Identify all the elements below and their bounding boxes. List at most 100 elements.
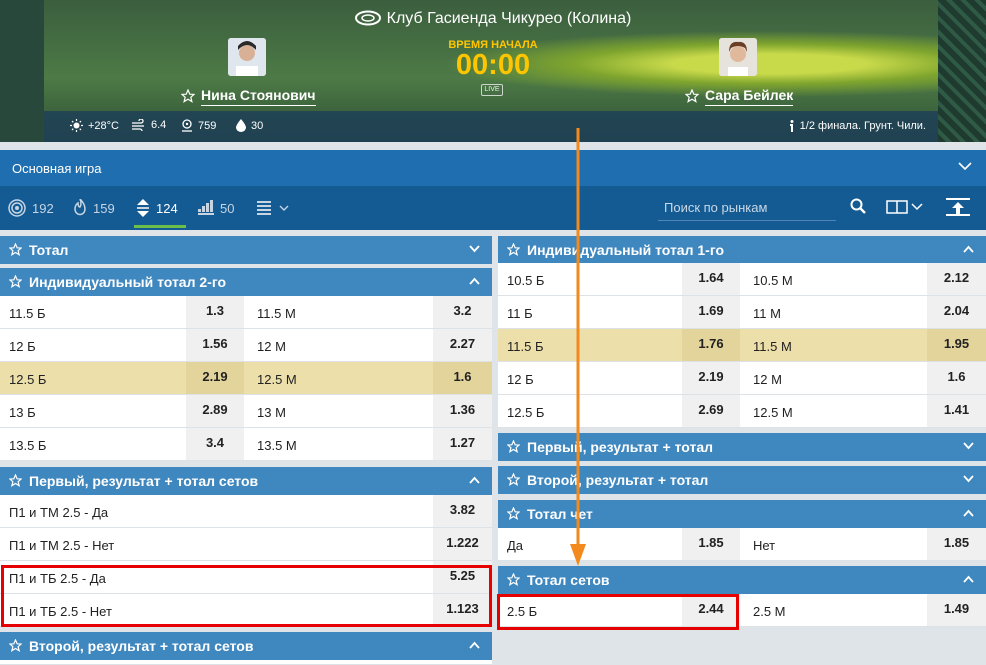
- market-header-total-sets[interactable]: Тотал сетов: [498, 566, 986, 594]
- odd-button[interactable]: 1.49: [927, 594, 986, 626]
- player-2-name[interactable]: Сара Бейлек: [705, 87, 794, 106]
- market-header-even-total[interactable]: Тотал чет: [498, 500, 986, 528]
- market-header-total[interactable]: Тотал: [0, 236, 492, 264]
- odd-button[interactable]: 3.4: [186, 428, 244, 460]
- odd-button[interactable]: 3.82: [433, 495, 492, 527]
- live-badge[interactable]: LIVE: [481, 84, 503, 96]
- odd-button[interactable]: 3.2: [433, 296, 492, 328]
- collapse-all-icon[interactable]: [946, 198, 970, 216]
- star-icon[interactable]: [507, 243, 520, 256]
- chevron-down-icon[interactable]: [469, 245, 480, 253]
- outcome-cell[interactable]: 11.5 Б: [498, 329, 682, 361]
- chevron-up-icon[interactable]: [963, 245, 974, 253]
- market-header-second-total[interactable]: Второй, результат + тотал: [498, 466, 986, 494]
- market-header-second-sets[interactable]: Второй, результат + тотал сетов: [0, 632, 492, 660]
- outcome-cell[interactable]: 12 М: [248, 329, 432, 361]
- odd-button[interactable]: 1.85: [682, 528, 740, 560]
- market-header-first-total[interactable]: Первый, результат + тотал: [498, 433, 986, 461]
- chevron-up-icon[interactable]: [963, 509, 974, 517]
- market-header-ind-total-2[interactable]: Индивидуальный тотал 2-го: [0, 268, 492, 296]
- outcome-cell[interactable]: 12 Б: [498, 362, 682, 394]
- chevron-up-icon[interactable]: [469, 641, 480, 649]
- star-icon[interactable]: [507, 507, 520, 520]
- odd-button[interactable]: 1.6: [927, 362, 986, 394]
- outcome-cell[interactable]: 13.5 Б: [0, 428, 186, 460]
- outcome-cell[interactable]: 13 Б: [0, 395, 186, 427]
- star-icon[interactable]: [9, 243, 22, 256]
- odd-button[interactable]: 1.56: [186, 329, 244, 361]
- outcome-cell[interactable]: 13.5 М: [248, 428, 432, 460]
- outcome-cell[interactable]: П1 и ТМ 2.5 - Да: [0, 495, 433, 527]
- market-search-input[interactable]: Поиск по рынкам: [658, 195, 836, 221]
- odd-button[interactable]: 2.04: [927, 296, 986, 328]
- market-header-first-sets[interactable]: Первый, результат + тотал сетов: [0, 467, 492, 495]
- outcome-cell[interactable]: 10.5 М: [744, 263, 926, 295]
- outcome-cell[interactable]: 12.5 Б: [498, 395, 682, 427]
- odd-button[interactable]: 1.76: [682, 329, 740, 361]
- outcome-cell[interactable]: 13 М: [248, 395, 432, 427]
- outcome-cell[interactable]: 12.5 М: [248, 362, 432, 394]
- annotation-highlight-box: [1, 565, 492, 627]
- outcome-cell[interactable]: 12 Б: [0, 329, 186, 361]
- chevron-up-icon[interactable]: [963, 575, 974, 583]
- star-icon[interactable]: [507, 573, 520, 586]
- star-icon[interactable]: [9, 275, 22, 288]
- odd-button[interactable]: 2.27: [433, 329, 492, 361]
- odd-value: 1.69: [698, 303, 724, 318]
- outcome-cell[interactable]: Нет: [744, 528, 926, 560]
- odd-button[interactable]: 1.41: [927, 395, 986, 427]
- odd-button[interactable]: 1.36: [433, 395, 492, 427]
- chevron-up-icon[interactable]: [469, 277, 480, 285]
- chevron-down-icon[interactable]: [963, 442, 974, 450]
- odd-button[interactable]: 1.85: [927, 528, 986, 560]
- market-row: 13.5 Б 3.4 13.5 М 1.27: [0, 428, 492, 461]
- search-icon[interactable]: [850, 198, 866, 214]
- odd-button[interactable]: 1.3: [186, 296, 244, 328]
- columns-layout-icon[interactable]: [886, 200, 924, 214]
- outcome-cell[interactable]: 11 Б: [498, 296, 682, 328]
- odd-button[interactable]: 2.12: [927, 263, 986, 295]
- star-icon[interactable]: [507, 473, 520, 486]
- odd-button[interactable]: 1.6: [433, 362, 492, 394]
- chevron-up-icon[interactable]: [469, 476, 480, 484]
- odd-button[interactable]: 2.19: [682, 362, 740, 394]
- main-game-dropdown[interactable]: Основная игра: [0, 150, 986, 186]
- filter-tab-totals[interactable]: 124: [134, 186, 186, 230]
- player-1-name[interactable]: Нина Стоянович: [201, 87, 316, 106]
- outcome-cell[interactable]: 12 М: [744, 362, 926, 394]
- star-icon[interactable]: [9, 639, 22, 652]
- temperature-stat: +28°C: [70, 119, 119, 132]
- filter-tab-popular[interactable]: 159: [73, 186, 115, 230]
- outcome-cell[interactable]: 11 М: [744, 296, 926, 328]
- outcome-cell[interactable]: 10.5 Б: [498, 263, 682, 295]
- chevron-down-icon[interactable]: [963, 475, 974, 483]
- odd-button[interactable]: 1.27: [433, 428, 492, 460]
- favorite-star-icon[interactable]: [685, 89, 699, 103]
- odd-button[interactable]: 1.222: [433, 528, 492, 560]
- favorite-star-icon[interactable]: [181, 89, 195, 103]
- odd-button[interactable]: 2.69: [682, 395, 740, 427]
- filter-tab-all[interactable]: 192: [8, 186, 54, 230]
- odd-button[interactable]: 1.95: [927, 329, 986, 361]
- outcome-cell[interactable]: 11.5 М: [248, 296, 432, 328]
- odd-value: 1.95: [943, 336, 970, 351]
- odd-button[interactable]: 1.64: [682, 263, 740, 295]
- outcome-cell[interactable]: 12.5 М: [744, 395, 926, 427]
- outcome-cell[interactable]: 11.5 М: [744, 329, 926, 361]
- chevron-down-icon[interactable]: [958, 162, 972, 171]
- outcome-cell[interactable]: 12.5 Б: [0, 362, 186, 394]
- odd-button[interactable]: 2.89: [186, 395, 244, 427]
- outcome-cell[interactable]: Да: [498, 528, 682, 560]
- odd-button[interactable]: 1.69: [682, 296, 740, 328]
- outcome-cell[interactable]: 11.5 Б: [0, 296, 186, 328]
- outcome-cell[interactable]: П1 и ТМ 2.5 - Нет: [0, 528, 433, 560]
- filter-tab-stats[interactable]: 50: [198, 186, 234, 230]
- odd-button[interactable]: 2.19: [186, 362, 244, 394]
- odd-value: 2.69: [698, 402, 724, 417]
- filter-menu[interactable]: [257, 186, 289, 230]
- outcome-cell[interactable]: 2.5 М: [744, 594, 926, 626]
- odd-value: 2.04: [943, 303, 970, 318]
- star-icon[interactable]: [507, 440, 520, 453]
- market-header-ind-total-1[interactable]: Индивидуальный тотал 1-го: [498, 236, 986, 264]
- star-icon[interactable]: [9, 474, 22, 487]
